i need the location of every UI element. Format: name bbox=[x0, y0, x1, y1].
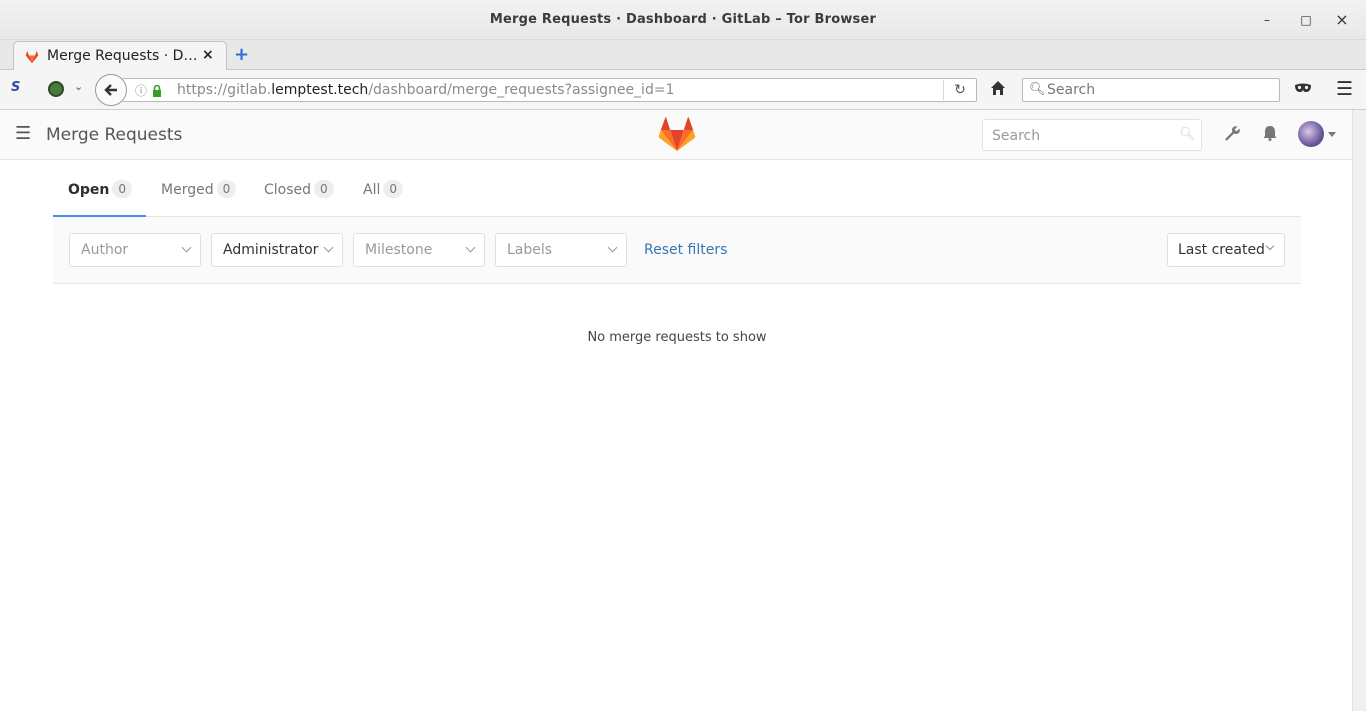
tab-merged-count: 0 bbox=[216, 180, 237, 198]
tab-closed-label: Closed bbox=[264, 182, 312, 198]
author-dropdown-label: Author bbox=[81, 242, 129, 258]
chevron-down-icon[interactable]: ⌄ bbox=[74, 80, 83, 93]
author-dropdown[interactable]: Author bbox=[69, 233, 201, 267]
back-button[interactable] bbox=[95, 74, 127, 106]
notifications-bell-icon[interactable] bbox=[1262, 125, 1278, 145]
window-close-button[interactable]: × bbox=[1332, 10, 1352, 30]
home-icon bbox=[991, 81, 1005, 95]
new-tab-button[interactable]: + bbox=[234, 44, 249, 65]
noscript-icon[interactable]: S bbox=[11, 80, 20, 95]
chevron-down-icon bbox=[465, 242, 476, 253]
gitlab-favicon-icon bbox=[25, 49, 39, 68]
chevron-down-icon bbox=[181, 242, 192, 253]
tab-open-label: Open bbox=[68, 182, 110, 198]
tab-open[interactable]: Open 0 bbox=[53, 160, 146, 217]
tab-closed-count: 0 bbox=[314, 180, 334, 198]
admin-wrench-icon[interactable] bbox=[1224, 125, 1241, 147]
avatar-caret-icon[interactable] bbox=[1328, 132, 1336, 137]
empty-state-message: No merge requests to show bbox=[587, 330, 767, 345]
reset-filters-link[interactable]: Reset filters bbox=[644, 242, 727, 258]
user-avatar[interactable] bbox=[1298, 121, 1324, 147]
info-icon[interactable]: ⓘ bbox=[135, 82, 147, 99]
chevron-down-icon bbox=[1265, 241, 1275, 251]
assignee-dropdown[interactable]: Administrator bbox=[211, 233, 343, 267]
gitlab-header: ☰ Merge Requests Search 🔍︎ bbox=[0, 110, 1352, 160]
sort-dropdown[interactable]: Last created bbox=[1167, 233, 1285, 267]
tab-all-count: 0 bbox=[383, 180, 403, 198]
search-icon: 🔍︎ bbox=[1029, 82, 1046, 97]
assignee-dropdown-label: Administrator bbox=[223, 242, 319, 258]
gitlab-search-placeholder: Search bbox=[992, 128, 1041, 144]
lock-icon bbox=[152, 83, 162, 97]
minimize-button[interactable]: – bbox=[1257, 10, 1277, 30]
url-text[interactable]: https://gitlab.lemptest.tech/dashboard/m… bbox=[177, 82, 674, 98]
tab-open-count: 0 bbox=[112, 180, 133, 198]
browser-search-box[interactable]: 🔍︎ Search bbox=[1022, 78, 1280, 102]
tab-title: Merge Requests · D… bbox=[47, 48, 198, 64]
filters-bar: Author Administrator Milestone Labels Re… bbox=[53, 217, 1301, 284]
labels-dropdown-label: Labels bbox=[507, 242, 553, 258]
milestone-dropdown[interactable]: Milestone bbox=[353, 233, 485, 267]
search-icon: 🔍︎ bbox=[1179, 127, 1196, 142]
page-title: Merge Requests bbox=[46, 125, 183, 145]
tab-all[interactable]: All 0 bbox=[363, 160, 403, 217]
nav-toolbar: S ⌄ ⓘ https://gitlab.lemptest.tech/dashb… bbox=[0, 70, 1366, 110]
browser-tab[interactable]: Merge Requests · D… × bbox=[13, 41, 227, 71]
tab-merged[interactable]: Merged 0 bbox=[161, 160, 237, 217]
gitlab-search-input[interactable]: Search 🔍︎ bbox=[982, 119, 1202, 151]
tab-strip: Merge Requests · D… × + bbox=[0, 40, 1366, 71]
milestone-dropdown-label: Milestone bbox=[365, 242, 433, 258]
back-arrow-icon bbox=[104, 84, 117, 96]
maximize-button[interactable]: □ bbox=[1296, 10, 1316, 30]
window-titlebar: Merge Requests · Dashboard · GitLab – To… bbox=[0, 0, 1366, 40]
chevron-down-icon bbox=[607, 242, 618, 253]
reload-icon[interactable]: ↻ bbox=[943, 80, 976, 100]
tab-merged-label: Merged bbox=[161, 182, 214, 198]
window-title: Merge Requests · Dashboard · GitLab – To… bbox=[489, 12, 877, 27]
sidebar-toggle-icon[interactable]: ☰ bbox=[15, 123, 31, 144]
browser-search-placeholder: Search bbox=[1047, 82, 1096, 98]
private-mask-icon[interactable] bbox=[1294, 82, 1312, 97]
tab-all-label: All bbox=[363, 182, 381, 198]
chevron-down-icon bbox=[323, 242, 334, 253]
tab-close-icon[interactable]: × bbox=[202, 47, 214, 63]
tor-onion-icon[interactable] bbox=[48, 81, 64, 97]
home-button[interactable] bbox=[990, 80, 1006, 100]
gitlab-logo-icon[interactable] bbox=[658, 116, 696, 156]
url-bar[interactable]: ⓘ https://gitlab.lemptest.tech/dashboard… bbox=[123, 78, 977, 102]
labels-dropdown[interactable]: Labels bbox=[495, 233, 627, 267]
state-tabs: Open 0 Merged 0 Closed 0 All 0 bbox=[53, 160, 1301, 217]
sort-dropdown-label: Last created bbox=[1178, 242, 1265, 258]
browser-menu-icon[interactable]: ☰ bbox=[1336, 78, 1353, 100]
tab-closed[interactable]: Closed 0 bbox=[264, 160, 334, 217]
page-scrollbar[interactable] bbox=[1352, 110, 1366, 711]
